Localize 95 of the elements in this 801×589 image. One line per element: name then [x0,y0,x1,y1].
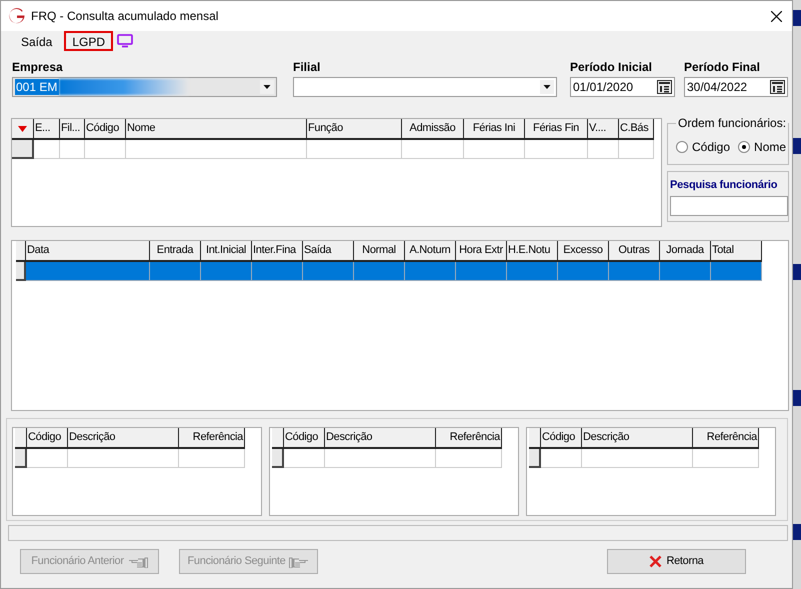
column-header[interactable]: Descrição [582,428,693,449]
table-cell [693,449,759,468]
table-cell [588,140,619,159]
selected-table-cell [558,262,609,281]
column-header[interactable]: Jornada [660,241,711,262]
header-corner [16,241,26,262]
selected-table-cell [507,262,558,281]
column-header[interactable]: Inter.Fina [252,241,303,262]
column-header[interactable]: E... [34,119,60,140]
company-dropdown[interactable]: 001 EM [12,77,277,97]
selected-table-cell [405,262,456,281]
column-header[interactable]: Total [711,241,762,262]
selected-table-cell [201,262,252,281]
calendar-icon[interactable] [770,80,785,94]
radio-option[interactable]: Nome [738,138,786,156]
date-field[interactable]: 01/01/2020 [570,77,675,97]
calendar-icon[interactable] [657,80,672,94]
column-header[interactable]: Outras [609,241,660,262]
radio-option[interactable]: Código [676,138,730,156]
selected-table-cell [252,262,303,281]
table-cell [27,449,68,468]
column-header[interactable]: Descrição [68,428,179,449]
column-header[interactable]: C.Bás [619,119,654,140]
column-header[interactable]: Férias Ini [464,119,525,140]
date-field[interactable]: 30/04/2022 [684,77,788,97]
column-header[interactable]: Código [541,428,582,449]
column-header[interactable]: Data [26,241,150,262]
column-header[interactable]: Descrição [325,428,436,449]
selected-table-cell [660,262,711,281]
field-label: Empresa [12,59,64,75]
column-header[interactable]: Normal [354,241,405,262]
column-header[interactable]: Férias Fin [525,119,588,140]
table-cell [60,140,85,159]
column-header[interactable]: H.E.Notu [507,241,558,262]
menu-item[interactable]: Saída [13,31,60,51]
selected-table-cell [456,262,507,281]
app-logo-icon [9,8,25,24]
column-header[interactable]: Admissão [402,119,464,140]
group-title: Ordem funcionários: [676,116,788,130]
column-header[interactable]: Função [307,119,402,140]
selected-table-cell [354,262,405,281]
header-corner [529,428,541,449]
field-label: Filial [293,59,322,75]
column-header[interactable]: Nome [126,119,307,140]
table-cell [85,140,126,159]
column-header[interactable]: Saída [303,241,354,262]
selected-table-cell [711,262,762,281]
column-header[interactable]: Referência [693,428,759,449]
field-label: Período Final [684,59,762,75]
row-indicator[interactable] [15,449,27,468]
column-header[interactable]: Entrada [150,241,201,262]
table-cell [179,449,245,468]
table-cell [284,449,325,468]
table-cell [402,140,464,159]
header-corner [272,428,284,449]
row-indicator[interactable] [272,449,284,468]
field-label: Período Inicial [570,59,654,75]
selected-table-cell [150,262,201,281]
column-header[interactable]: Código [27,428,68,449]
close-icon [649,555,662,568]
dropdown-value: 001 EM [15,79,60,95]
column-header[interactable]: V.... [588,119,619,140]
column-header[interactable]: A.Noturn [405,241,456,262]
row-indicator[interactable] [529,449,541,468]
column-header[interactable]: Código [284,428,325,449]
sort-arrow-icon [18,126,27,132]
table-cell [464,140,525,159]
monitor-icon[interactable] [117,34,134,48]
pointing-right-hand-icon [289,556,310,568]
row-indicator[interactable] [12,140,34,159]
search-label: Pesquisa funcionário [670,178,778,192]
search-field[interactable] [670,196,788,216]
column-header[interactable]: Excesso [558,241,609,262]
column-header[interactable]: Int.Inicial [201,241,252,262]
table-cell [541,449,582,468]
header-corner [15,428,27,449]
menu-item[interactable]: LGPD [64,31,114,51]
table-cell [525,140,588,159]
radio-button[interactable] [738,141,750,153]
table-cell [436,449,502,468]
row-indicator[interactable] [16,262,26,281]
column-header[interactable]: Fil... [60,119,85,140]
column-header[interactable]: Referência [179,428,245,449]
window-title: FRQ - Consulta acumulado mensal [31,8,218,25]
column-header[interactable]: Código [85,119,126,140]
column-header[interactable]: Referência [436,428,502,449]
close-icon[interactable] [771,10,782,22]
column-header[interactable]: Hora Extr [456,241,507,262]
selected-table-cell [303,262,354,281]
table-cell [619,140,654,159]
return-button[interactable]: Retorna [607,549,746,574]
radio-button[interactable] [676,141,688,153]
pointing-left-hand-icon [128,556,148,568]
table-cell [34,140,60,159]
selected-table-cell [609,262,660,281]
